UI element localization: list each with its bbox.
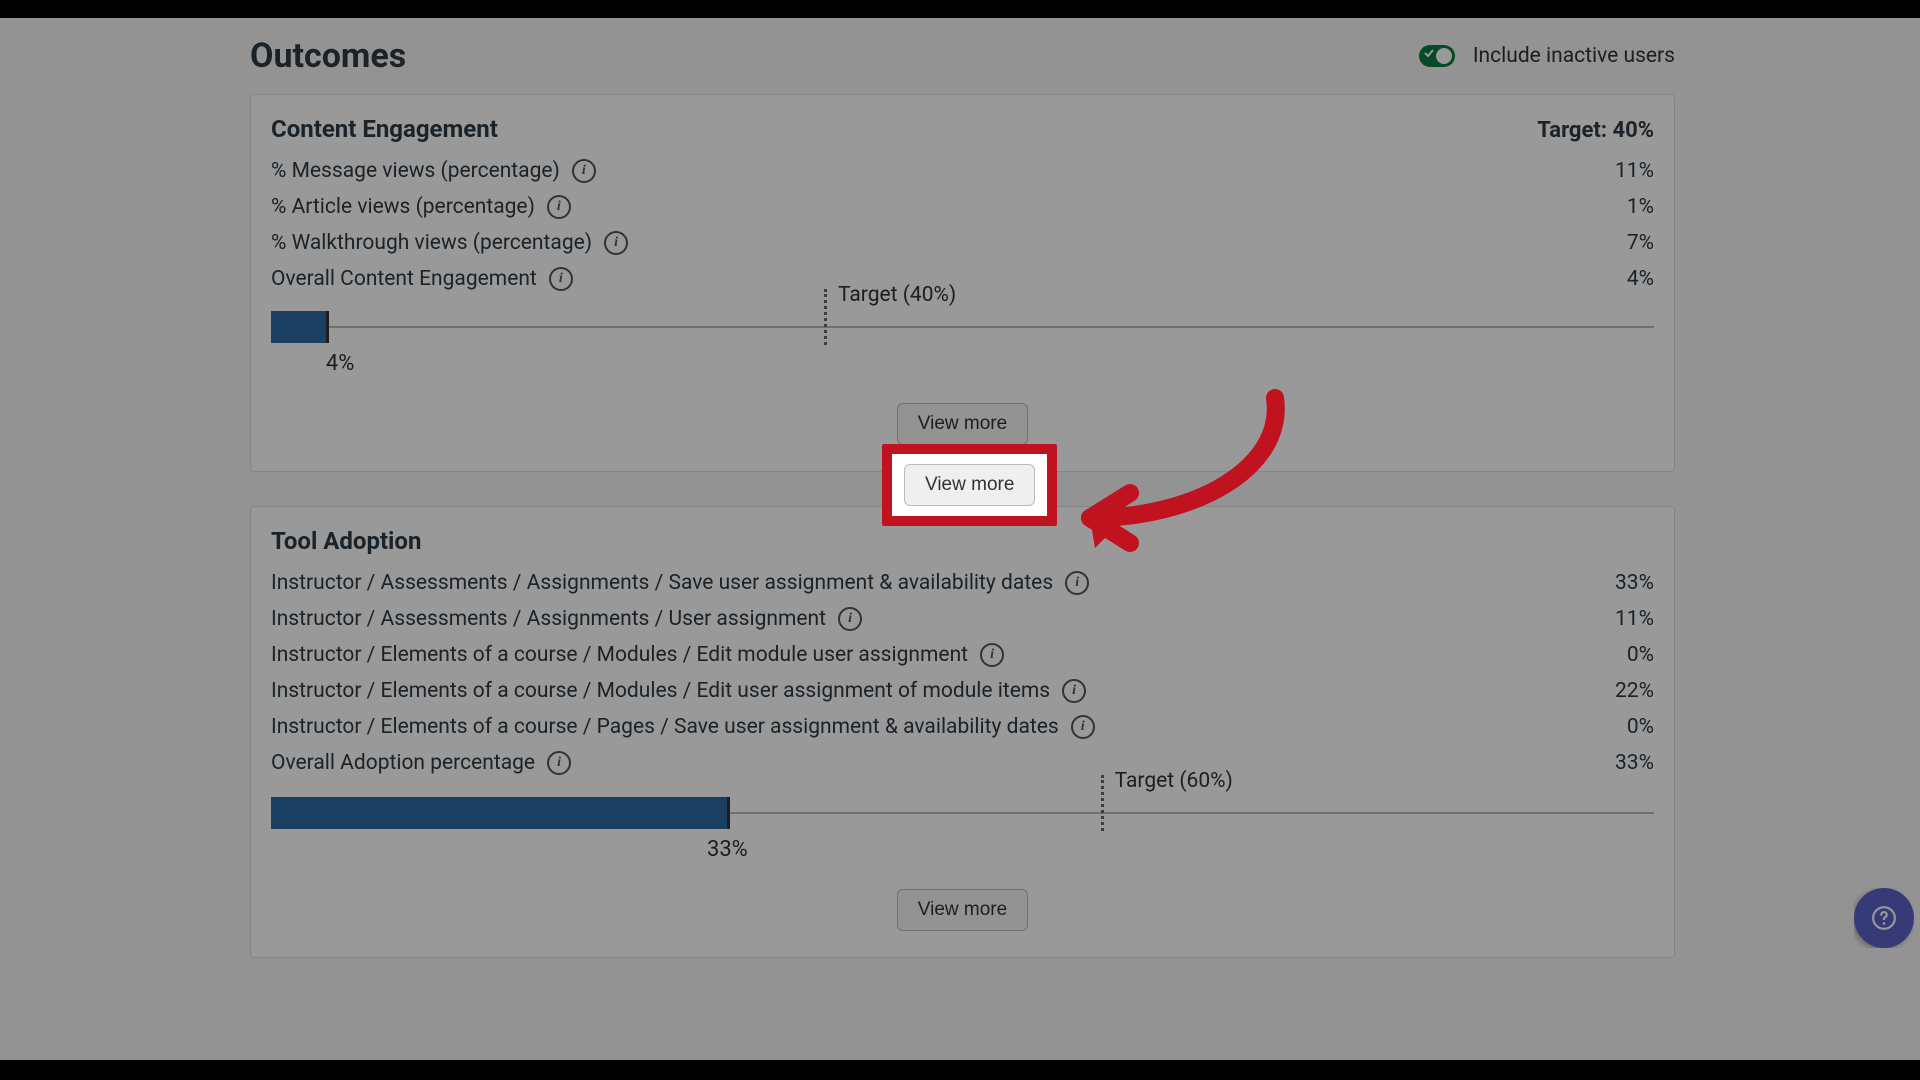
metric-text: Overall Content Engagement bbox=[271, 267, 537, 291]
progress-bar: 4% Target (40%) bbox=[271, 311, 1654, 343]
info-icon[interactable]: i bbox=[1071, 715, 1095, 739]
toggle-include-inactive[interactable]: Include inactive users bbox=[1419, 44, 1675, 68]
metric-value: 0% bbox=[1627, 715, 1654, 739]
metric-row: % Walkthrough views (percentage) i 7% bbox=[271, 225, 1654, 261]
bar-fill bbox=[271, 311, 329, 343]
metric-label: % Message views (percentage) i bbox=[271, 159, 596, 183]
letterbox-bottom bbox=[0, 1060, 1920, 1080]
card-tool-adoption: Tool Adoption Instructor / Assessments /… bbox=[250, 506, 1675, 958]
check-icon bbox=[1424, 48, 1434, 58]
metric-text: % Message views (percentage) bbox=[271, 159, 560, 183]
metric-label: Instructor / Elements of a course / Modu… bbox=[271, 643, 1004, 667]
metric-label: Instructor / Elements of a course / Modu… bbox=[271, 679, 1086, 703]
card-title: Content Engagement bbox=[271, 115, 498, 143]
letterbox-top bbox=[0, 0, 1920, 18]
metric-label: Instructor / Assessments / Assignments /… bbox=[271, 607, 862, 631]
view-more-button-highlighted[interactable]: View more bbox=[904, 464, 1035, 506]
annotation-highlight: View more bbox=[882, 444, 1057, 526]
metric-value: 33% bbox=[1615, 751, 1654, 775]
metric-row: Instructor / Elements of a course / Modu… bbox=[271, 673, 1654, 709]
info-icon[interactable]: i bbox=[549, 267, 573, 291]
view-more-button[interactable]: View more bbox=[897, 889, 1028, 931]
metric-value: 1% bbox=[1627, 195, 1654, 219]
metric-text: Overall Adoption percentage bbox=[271, 751, 535, 775]
view-more-wrap: View more bbox=[271, 403, 1654, 445]
metric-label: % Walkthrough views (percentage) i bbox=[271, 231, 628, 255]
toggle-switch-icon bbox=[1419, 45, 1455, 67]
view-more-button[interactable]: View more bbox=[897, 403, 1028, 445]
metric-value: 33% bbox=[1615, 571, 1654, 595]
metric-row: % Message views (percentage) i 11% bbox=[271, 153, 1654, 189]
metric-text: Instructor / Assessments / Assignments /… bbox=[271, 607, 826, 631]
question-icon bbox=[1871, 905, 1897, 931]
target-marker bbox=[1101, 775, 1104, 831]
metric-row: Overall Content Engagement i 4% bbox=[271, 261, 1654, 297]
target-marker bbox=[824, 289, 827, 345]
metric-text: Instructor / Elements of a course / Page… bbox=[271, 715, 1059, 739]
metric-row: Overall Adoption percentage i 33% bbox=[271, 745, 1654, 781]
header-row: Outcomes Include inactive users bbox=[250, 36, 1675, 76]
metric-value: 0% bbox=[1627, 643, 1654, 667]
card-header: Content Engagement Target: 40% bbox=[271, 115, 1654, 143]
info-icon[interactable]: i bbox=[838, 607, 862, 631]
card-title: Tool Adoption bbox=[271, 527, 421, 555]
bar-fill bbox=[271, 797, 730, 829]
card-header: Tool Adoption bbox=[271, 527, 1654, 555]
metric-row: Instructor / Elements of a course / Page… bbox=[271, 709, 1654, 745]
metric-row: Instructor / Assessments / Assignments /… bbox=[271, 565, 1654, 601]
info-icon[interactable]: i bbox=[980, 643, 1004, 667]
metric-value: 4% bbox=[1627, 267, 1654, 291]
metric-value: 11% bbox=[1615, 607, 1654, 631]
metric-value: 7% bbox=[1627, 231, 1654, 255]
bar-value-label: 4% bbox=[326, 351, 354, 376]
target-marker-label: Target (60%) bbox=[1115, 769, 1233, 793]
metric-text: Instructor / Elements of a course / Modu… bbox=[271, 679, 1050, 703]
metric-row: % Article views (percentage) i 1% bbox=[271, 189, 1654, 225]
metric-label: Overall Content Engagement i bbox=[271, 267, 573, 291]
metric-text: Instructor / Assessments / Assignments /… bbox=[271, 571, 1053, 595]
metric-label: Instructor / Elements of a course / Page… bbox=[271, 715, 1095, 739]
metric-row: Instructor / Elements of a course / Modu… bbox=[271, 637, 1654, 673]
help-fab[interactable] bbox=[1854, 888, 1914, 948]
info-icon[interactable]: i bbox=[604, 231, 628, 255]
info-icon[interactable]: i bbox=[547, 751, 571, 775]
page-surface: Outcomes Include inactive users Content … bbox=[0, 18, 1920, 1060]
progress-bar: 33% Target (60%) bbox=[271, 797, 1654, 829]
target-marker-label: Target (40%) bbox=[838, 283, 956, 307]
metric-text: Instructor / Elements of a course / Modu… bbox=[271, 643, 968, 667]
info-icon[interactable]: i bbox=[1065, 571, 1089, 595]
metric-label: Instructor / Assessments / Assignments /… bbox=[271, 571, 1089, 595]
metric-value: 22% bbox=[1615, 679, 1654, 703]
metric-label: Overall Adoption percentage i bbox=[271, 751, 571, 775]
card-content-engagement: Content Engagement Target: 40% % Message… bbox=[250, 94, 1675, 472]
info-icon[interactable]: i bbox=[572, 159, 596, 183]
info-icon[interactable]: i bbox=[1062, 679, 1086, 703]
toggle-label: Include inactive users bbox=[1473, 44, 1675, 68]
card-target: Target: 40% bbox=[1537, 118, 1654, 143]
page-title: Outcomes bbox=[250, 36, 406, 76]
bar-baseline bbox=[271, 326, 1654, 328]
metric-value: 11% bbox=[1615, 159, 1654, 183]
bar-value-label: 33% bbox=[707, 837, 748, 862]
view-more-wrap: View more bbox=[271, 889, 1654, 931]
info-icon[interactable]: i bbox=[547, 195, 571, 219]
metric-label: % Article views (percentage) i bbox=[271, 195, 571, 219]
metric-text: % Walkthrough views (percentage) bbox=[271, 231, 592, 255]
metric-text: % Article views (percentage) bbox=[271, 195, 535, 219]
metric-row: Instructor / Assessments / Assignments /… bbox=[271, 601, 1654, 637]
